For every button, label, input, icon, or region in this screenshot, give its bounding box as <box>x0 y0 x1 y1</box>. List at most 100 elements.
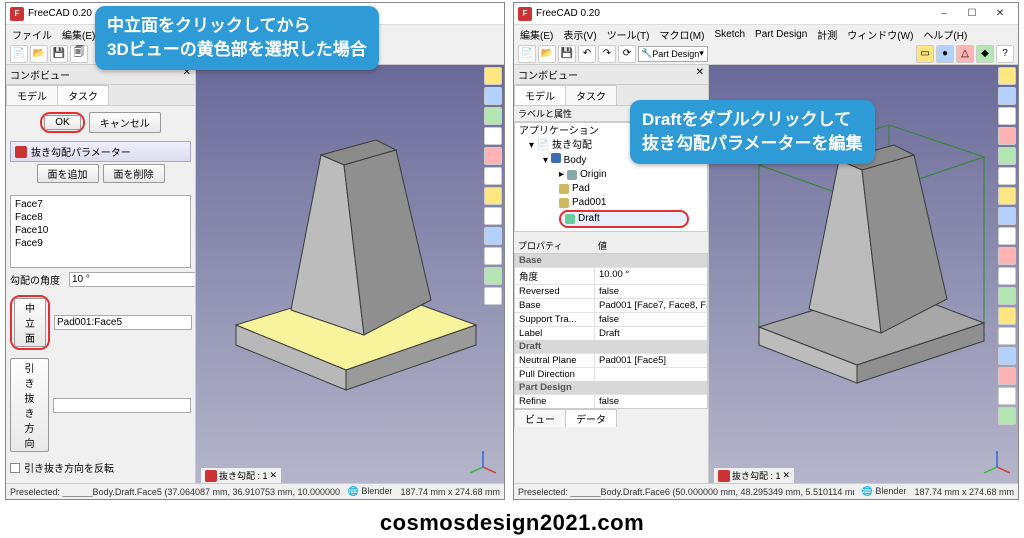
tbtn-print-icon[interactable]: 🗐 <box>70 45 88 63</box>
prop-val[interactable]: Draft <box>595 327 707 340</box>
prop-val[interactable]: false <box>595 285 707 298</box>
vp-tbtn-icon[interactable] <box>998 87 1016 105</box>
face-item[interactable]: Face9 <box>15 237 186 250</box>
menu-help[interactable]: ヘルプ(H) <box>923 27 967 42</box>
viewport-left[interactable] <box>196 65 504 483</box>
tbtn-save-icon[interactable]: 💾 <box>558 45 576 63</box>
viewport-tab[interactable]: 抜き勾配 : 1 ✕ <box>201 468 281 483</box>
menu-measure[interactable]: 計測 <box>817 27 837 42</box>
vp-tbtn-icon[interactable] <box>998 287 1016 305</box>
vp-tbtn-icon[interactable] <box>998 107 1016 125</box>
tbtn-save-icon[interactable]: 💾 <box>50 45 68 63</box>
tab-data[interactable]: データ <box>565 409 617 427</box>
vp-tbtn-icon[interactable] <box>998 367 1016 385</box>
pulldir-button[interactable]: 引き抜き方向 <box>10 358 49 452</box>
neutral-button[interactable]: 中立面 <box>14 298 46 347</box>
vp-tbtn-icon[interactable] <box>484 87 502 105</box>
vp-tbtn-icon[interactable] <box>998 347 1016 365</box>
vp-tbtn-icon[interactable] <box>998 167 1016 185</box>
vp-tbtn-icon[interactable] <box>998 307 1016 325</box>
menu-view[interactable]: 表示(V) <box>563 27 596 42</box>
tree-pad[interactable]: Pad <box>519 182 703 196</box>
prop-val[interactable]: false <box>595 395 707 408</box>
vp-tbtn-icon[interactable] <box>998 127 1016 145</box>
prop-val[interactable]: 10.00 ° <box>595 268 707 284</box>
remove-face-button[interactable]: 面を削除 <box>103 164 165 183</box>
tree-draft-highlight[interactable]: Draft <box>559 210 689 228</box>
status-navstyle[interactable]: 🌐 Blender <box>348 486 393 497</box>
vp-tbtn-icon[interactable] <box>484 267 502 285</box>
tab-task[interactable]: タスク <box>57 85 109 105</box>
prop-val[interactable]: Pad001 [Face7, Face8, Face10... <box>595 299 707 312</box>
menu-edit[interactable]: 編集(E) <box>62 27 95 42</box>
vp-tbtn-icon[interactable] <box>998 327 1016 345</box>
vp-tbtn-icon[interactable] <box>998 247 1016 265</box>
vp-tbtn-icon[interactable] <box>484 247 502 265</box>
menu-edit[interactable]: 編集(E) <box>520 27 553 42</box>
vp-tbtn-icon[interactable] <box>998 387 1016 405</box>
vp-tbtn-icon[interactable] <box>484 107 502 125</box>
status-navstyle[interactable]: 🌐 Blender <box>862 486 907 497</box>
menubar-right[interactable]: 編集(E) 表示(V) ツール(T) マクロ(M) Sketch Part De… <box>514 25 1018 43</box>
face-item[interactable]: Face8 <box>15 211 186 224</box>
face-item[interactable]: Face10 <box>15 224 186 237</box>
tbtn-help-icon[interactable]: ? <box>996 45 1014 63</box>
tbtn-refresh-icon[interactable]: ⟳ <box>618 45 636 63</box>
tbtn-box-icon[interactable]: ▭ <box>916 45 934 63</box>
vp-tbtn-icon[interactable] <box>484 187 502 205</box>
vp-tbtn-icon[interactable] <box>998 227 1016 245</box>
tbtn-new-icon[interactable]: 📄 <box>10 45 28 63</box>
angle-input[interactable] <box>69 272 195 287</box>
vp-tbtn-icon[interactable] <box>484 67 502 85</box>
window-close-button[interactable]: ✕ <box>986 5 1014 23</box>
property-table[interactable]: Base 角度10.00 ° Reversedfalse BasePad001 … <box>514 253 708 409</box>
tab-model[interactable]: モデル <box>6 85 58 105</box>
tbtn-sphere-icon[interactable]: ● <box>936 45 954 63</box>
vp-tbtn-icon[interactable] <box>998 267 1016 285</box>
menu-tools[interactable]: ツール(T) <box>607 27 650 42</box>
face-item[interactable]: Face7 <box>15 198 186 211</box>
vp-tbtn-icon[interactable] <box>998 207 1016 225</box>
tbtn-new-icon[interactable]: 📄 <box>518 45 536 63</box>
menu-file[interactable]: ファイル <box>12 27 52 42</box>
vp-tbtn-icon[interactable] <box>998 147 1016 165</box>
tab-task[interactable]: タスク <box>565 85 617 105</box>
tab-view[interactable]: ビュー <box>514 409 566 427</box>
vp-tbtn-icon[interactable] <box>484 127 502 145</box>
tbtn-open-icon[interactable]: 📂 <box>30 45 48 63</box>
vp-tbtn-icon[interactable] <box>998 407 1016 425</box>
tab-model[interactable]: モデル <box>514 85 566 105</box>
tbtn-cone-icon[interactable]: △ <box>956 45 974 63</box>
ok-button[interactable]: OK <box>44 115 80 130</box>
workbench-select[interactable]: 🔧 Part Design ▾ <box>638 46 708 62</box>
window-min-button[interactable]: – <box>930 5 958 23</box>
tbtn-open-icon[interactable]: 📂 <box>538 45 556 63</box>
prop-val[interactable] <box>595 368 707 381</box>
window-max-button[interactable]: ☐ <box>958 5 986 23</box>
menu-window[interactable]: ウィンドウ(W) <box>847 27 913 42</box>
add-face-button[interactable]: 面を追加 <box>37 164 99 183</box>
menu-macro[interactable]: マクロ(M) <box>659 27 704 42</box>
vp-tbtn-icon[interactable] <box>484 167 502 185</box>
vp-tbtn-icon[interactable] <box>998 187 1016 205</box>
prop-val[interactable]: false <box>595 313 707 326</box>
cancel-button[interactable]: キャンセル <box>89 112 161 133</box>
menu-partdesign[interactable]: Part Design <box>755 29 807 40</box>
vp-tbtn-icon[interactable] <box>484 227 502 245</box>
neutral-input[interactable] <box>54 315 192 330</box>
tbtn-undo-icon[interactable]: ↶ <box>578 45 596 63</box>
tab-close-icon[interactable]: ✕ <box>783 470 791 481</box>
tbtn-redo-icon[interactable]: ↷ <box>598 45 616 63</box>
pulldir-input[interactable] <box>53 398 191 413</box>
vp-tbtn-icon[interactable] <box>998 67 1016 85</box>
tbtn-part-icon[interactable]: ◆ <box>976 45 994 63</box>
prop-val[interactable]: Pad001 [Face5] <box>595 354 707 367</box>
menu-sketch[interactable]: Sketch <box>714 29 745 40</box>
tree-origin[interactable]: ▸ Origin <box>519 168 703 182</box>
reverse-checkbox[interactable] <box>10 463 20 473</box>
vp-tbtn-icon[interactable] <box>484 147 502 165</box>
tab-close-icon[interactable]: ✕ <box>270 470 278 481</box>
vp-tbtn-icon[interactable] <box>484 287 502 305</box>
dock-close-icon[interactable]: ✕ <box>696 67 704 82</box>
tree-pad001[interactable]: Pad001 <box>519 196 703 210</box>
